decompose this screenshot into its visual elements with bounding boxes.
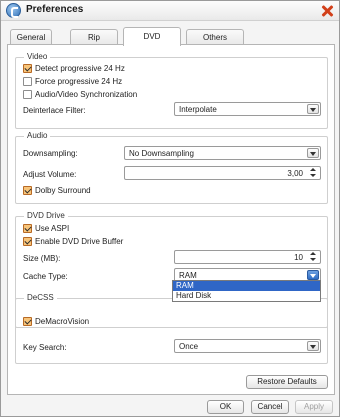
drive-buffer-label: Enable DVD Drive Buffer — [35, 237, 124, 246]
deinterlace-filter-select[interactable]: Interpolate — [174, 102, 321, 116]
key-search-label: Key Search: — [23, 343, 67, 352]
use-aspi-label: Use ASPI — [35, 224, 70, 233]
chevron-down-icon[interactable] — [307, 270, 319, 280]
cancel-button[interactable]: Cancel — [251, 400, 289, 414]
demacrovision-label: DeMacroVision — [35, 317, 90, 326]
deinterlace-filter-label: Deinterlace Filter: — [23, 106, 86, 115]
drive-buffer-checkbox[interactable] — [23, 237, 32, 246]
video-group-title: Video — [24, 52, 51, 61]
spin-down-icon[interactable] — [307, 257, 319, 263]
window-title: Preferences — [26, 4, 84, 15]
force-progressive-label: Force progressive 24 Hz — [35, 77, 123, 86]
tab-others[interactable]: Others — [186, 29, 244, 45]
apply-button[interactable]: Apply — [295, 400, 333, 414]
adjust-volume-label: Adjust Volume: — [23, 170, 77, 179]
chevron-down-icon[interactable] — [307, 104, 319, 114]
app-logo-icon — [6, 3, 21, 18]
cache-type-label: Cache Type: — [23, 272, 68, 281]
restore-defaults-button[interactable]: Restore Defaults — [246, 375, 328, 389]
tab-general[interactable]: General — [10, 29, 52, 45]
dvd-drive-group-title: DVD Drive — [24, 211, 68, 220]
preferences-window: Preferences General Rip DVD Others Video… — [0, 0, 340, 417]
tab-bar: General Rip DVD Others — [7, 27, 335, 46]
cache-type-value: RAM — [179, 271, 197, 280]
audio-group-title: Audio — [24, 131, 51, 140]
av-sync-checkbox[interactable] — [23, 90, 32, 99]
chevron-down-icon[interactable] — [307, 148, 319, 158]
use-aspi-checkbox[interactable] — [23, 224, 32, 233]
detect-progressive-label: Detect progressive 24 Hz — [35, 64, 125, 73]
tab-rip[interactable]: Rip — [70, 29, 118, 45]
buffer-size-spinner[interactable]: 10 — [174, 250, 321, 264]
dvd-settings-panel: Video Detect progressive 24 Hz Force pro… — [7, 44, 335, 395]
force-progressive-checkbox[interactable] — [23, 77, 32, 86]
chevron-down-icon[interactable] — [307, 341, 319, 351]
dolby-surround-checkbox[interactable] — [23, 186, 32, 195]
ok-button[interactable]: OK — [207, 400, 244, 414]
downsampling-label: Downsampling: — [23, 149, 78, 158]
cache-option-hard-disk[interactable]: Hard Disk — [173, 291, 320, 301]
decss-group: DeCSS — [15, 293, 328, 364]
downsampling-value: No Downsampling — [129, 149, 194, 158]
detect-progressive-checkbox[interactable] — [23, 64, 32, 73]
cache-option-ram[interactable]: RAM — [173, 281, 320, 291]
dolby-surround-label: Dolby Surround — [35, 186, 91, 195]
demacrovision-checkbox[interactable] — [23, 317, 32, 326]
tab-dvd[interactable]: DVD — [123, 27, 181, 46]
volume-value: 3,00 — [287, 169, 303, 178]
av-sync-label: Audio/Video Synchronization — [35, 90, 138, 99]
buffer-size-value: 10 — [294, 253, 303, 262]
key-search-select[interactable]: Once — [174, 339, 321, 353]
downsampling-select[interactable]: No Downsampling — [124, 146, 321, 160]
close-icon[interactable] — [319, 3, 335, 19]
decss-group-title: DeCSS — [24, 293, 57, 302]
buffer-size-label: Size (MB): — [23, 254, 61, 263]
cache-type-dropdown: RAM Hard Disk — [172, 280, 321, 302]
deinterlace-filter-value: Interpolate — [179, 105, 217, 114]
title-bar: Preferences — [1, 1, 339, 21]
key-search-value: Once — [179, 342, 199, 351]
volume-spinner[interactable]: 3,00 — [124, 166, 321, 180]
spin-down-icon[interactable] — [307, 173, 319, 179]
